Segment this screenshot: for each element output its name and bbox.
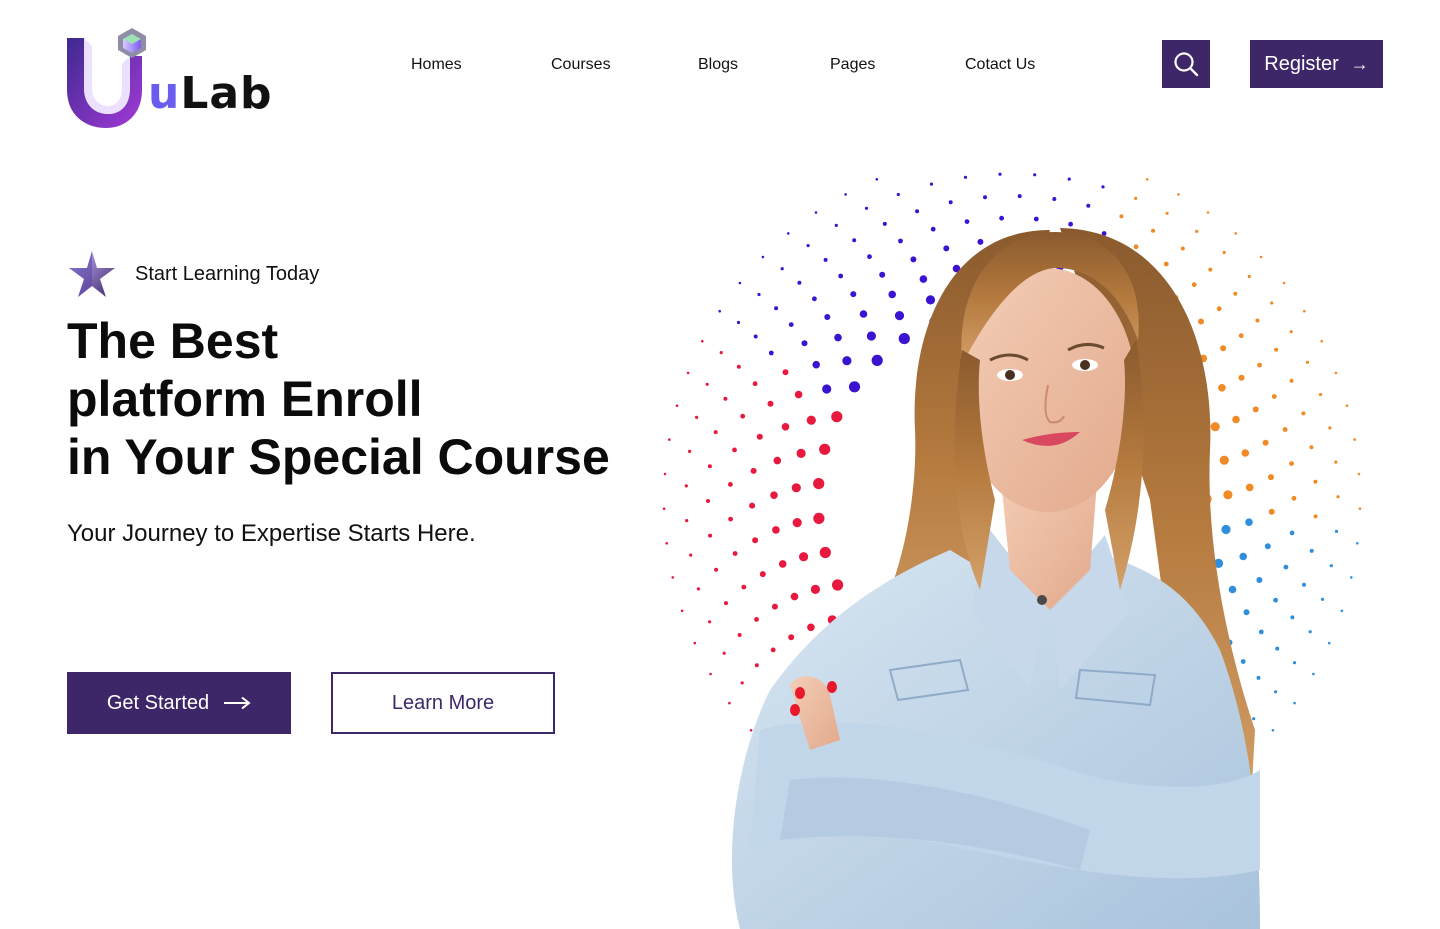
headline-line-1: The Best xyxy=(67,313,279,369)
register-button[interactable]: Register → xyxy=(1250,40,1383,88)
brand-logo[interactable]: uLab xyxy=(62,26,282,136)
search-button[interactable] xyxy=(1162,40,1210,88)
hero-subheadline: Your Journey to Expertise Starts Here. xyxy=(67,520,476,547)
learn-more-label: Learn More xyxy=(391,691,495,714)
hero-tagline: Start Learning Today xyxy=(67,250,319,298)
nav-item-blogs[interactable]: Blogs xyxy=(698,56,738,74)
nav-item-contact[interactable]: Cotact Us xyxy=(965,56,1035,74)
search-icon xyxy=(1174,52,1199,77)
register-button-label: Register xyxy=(1264,52,1339,75)
nav-item-courses[interactable]: Courses xyxy=(551,56,611,74)
headline-line-2: platform Enroll xyxy=(67,371,423,427)
get-started-button[interactable]: Get Started xyxy=(67,672,291,734)
hero-image xyxy=(650,170,1390,929)
hero-headline: The Best platform Enroll in Your Special… xyxy=(67,312,667,486)
logo-mark-icon xyxy=(67,28,146,128)
tagline-text: Start Learning Today xyxy=(135,262,320,285)
arrow-right-icon: → xyxy=(1350,53,1369,74)
get-started-label: Get Started xyxy=(106,691,210,714)
headline-line-3: in Your Special Course xyxy=(67,429,610,485)
nav-item-pages[interactable]: Pages xyxy=(830,56,875,74)
learn-more-button[interactable]: Learn More xyxy=(331,672,555,734)
brand-name: uLab xyxy=(148,68,273,119)
student-photo xyxy=(731,228,1260,929)
star-icon xyxy=(69,251,115,297)
nav-item-homes[interactable]: Homes xyxy=(411,56,462,74)
arrow-right-icon xyxy=(224,696,251,710)
